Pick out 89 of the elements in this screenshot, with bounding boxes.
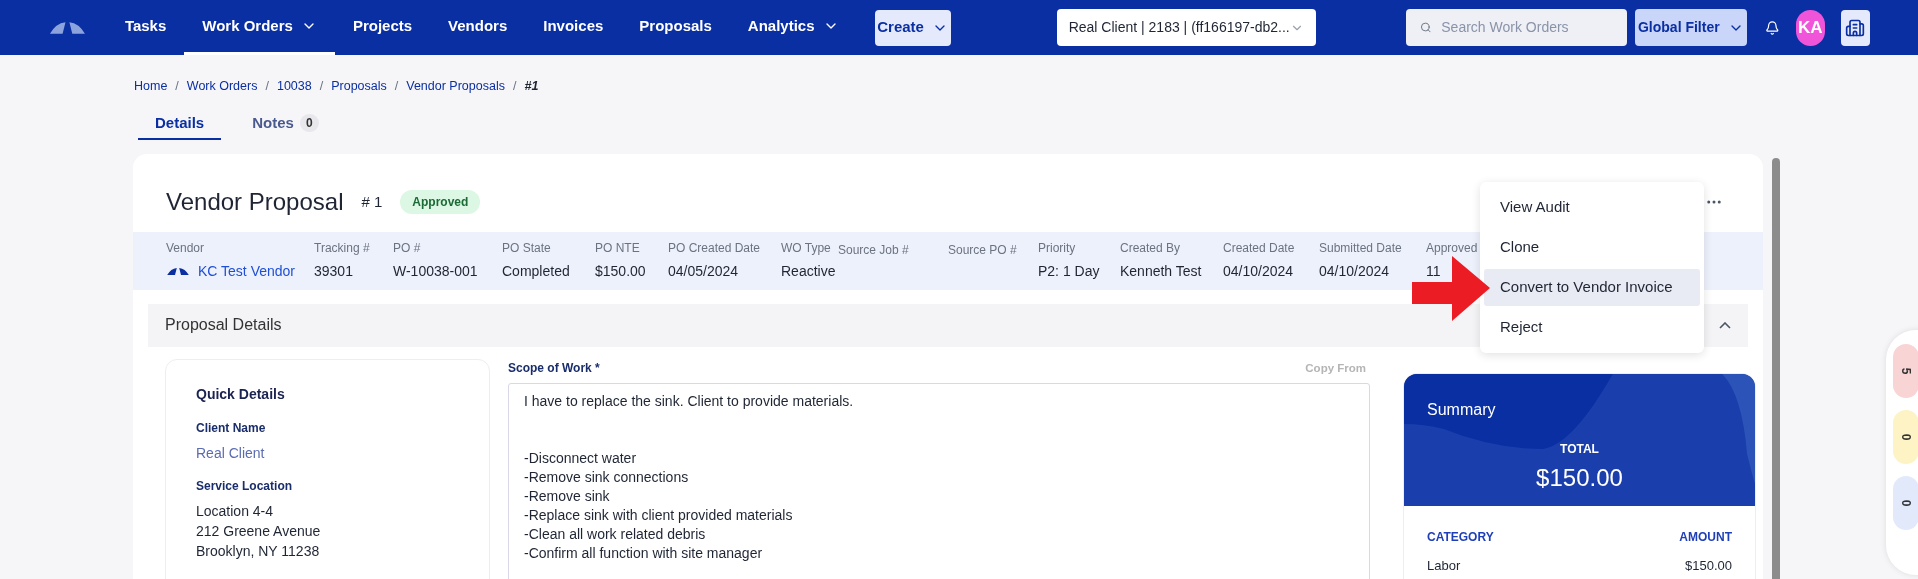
table-cell-text: Labor [1427, 556, 1461, 575]
counter-value: 5 [1898, 367, 1914, 375]
client-link[interactable]: Real Client [196, 442, 489, 463]
breadcrumb-link[interactable]: 10038 [276, 77, 312, 96]
nav-tab[interactable]: Analytics [729, 0, 857, 55]
section-title: Proposal Details [165, 315, 282, 336]
detail-value: Brooklyn, NY 11238 [196, 541, 321, 561]
field-label: WO Type [781, 240, 832, 258]
tab[interactable]: Notes 0 [235, 107, 336, 140]
field-label: PO Created Date [668, 240, 762, 258]
field-label: Vendor [166, 240, 206, 258]
status-badge: Approved [400, 189, 481, 214]
breadcrumb-separator: / [394, 78, 399, 95]
client-select-value: Real Client | 2183 | (ff166197-db2... [1068, 18, 1290, 37]
tab[interactable]: Details [138, 107, 222, 140]
menu-item[interactable]: View Audit [1484, 189, 1700, 226]
create-button[interactable]: Create [874, 9, 951, 46]
building-button[interactable] [1840, 9, 1870, 46]
field-value: Completed [502, 262, 571, 282]
nav-tab[interactable]: Work Orders [184, 0, 335, 55]
field-value: Kenneth Test [1120, 262, 1203, 282]
counter-value: 0 [1898, 433, 1914, 441]
breadcrumb-link[interactable]: Work Orders [186, 77, 258, 96]
search-bar[interactable]: Search Work Orders [1405, 9, 1627, 46]
field-value: $150.00 [595, 262, 647, 282]
nav-tab[interactable]: Vendors [430, 0, 526, 55]
menu-item[interactable]: Clone [1484, 229, 1700, 266]
field-label: Submitted Date [1319, 240, 1403, 258]
notification-bell-icon[interactable] [1765, 18, 1780, 37]
field-value: Reactive [781, 262, 837, 282]
total-amount: $150.00 [1536, 462, 1623, 493]
counter-value: 0 [1898, 499, 1914, 507]
field-label: Created By [1120, 240, 1182, 258]
table-cell-text: $150.00 [1685, 556, 1732, 575]
field-label: Tracking # [314, 240, 371, 258]
summary-title: Summary [1426, 399, 1497, 420]
detail-label: Client Name [196, 419, 267, 437]
field-value: P2: 1 Day [1038, 262, 1101, 282]
breadcrumb-separator: / [265, 78, 269, 95]
search-field[interactable]: Search Work Orders [1441, 17, 1613, 38]
client-select[interactable]: Real Client | 2183 | (ff166197-db2... [1056, 9, 1316, 46]
nav-tab[interactable]: Proposals [621, 0, 730, 55]
breadcrumb-current[interactable]: #1 [524, 77, 539, 96]
field-value: 39301 [314, 262, 354, 282]
count-badge: 0 [299, 113, 319, 132]
nav-tab[interactable]: Projects [334, 0, 431, 55]
column-header: CATEGORY [1427, 528, 1494, 546]
counter-badge[interactable]: 0 [1893, 410, 1918, 464]
breadcrumb-link[interactable]: Vendor Proposals [406, 77, 505, 96]
scope-field[interactable]: I have to replace the sink. Client to provide materials. -Disconnect water -Remove sink connections -Remove sink -Replace sink with client provided materials -Clean all work related debris -Confirm all function with site manager [508, 382, 1370, 579]
breadcrumb-separator: / [319, 78, 324, 95]
logo-icon [48, 20, 87, 35]
breadcrumb-separator: / [512, 78, 517, 95]
breadcrumb-separator: / [175, 78, 179, 95]
breadcrumb-link[interactable]: Home [134, 77, 168, 96]
menu-item[interactable]: Convert to Vendor Invoice [1484, 269, 1700, 306]
scrollbar[interactable] [1772, 158, 1780, 579]
logo-icon [166, 267, 190, 277]
detail-label: Service Location [196, 477, 294, 495]
nav-tab[interactable]: Tasks [106, 0, 185, 55]
nav-tab[interactable]: Invoices [525, 0, 622, 55]
field-label: PO State [502, 240, 552, 258]
total-label: TOTAL [1560, 440, 1599, 458]
field-value: 04/05/2024 [668, 262, 740, 282]
field-label: Created Date [1223, 240, 1296, 258]
field-value: 04/10/2024 [1319, 262, 1391, 282]
search-icon [1419, 21, 1432, 34]
page-title: Vendor Proposal [166, 186, 344, 217]
counter-badge[interactable]: 5 [1893, 344, 1918, 398]
field-label: PO # [393, 240, 422, 258]
field-label: PO NTE [595, 240, 641, 258]
global-filter-button[interactable]: Global Filter [1634, 9, 1748, 46]
breadcrumb-link[interactable]: Proposals [331, 77, 387, 96]
field-value: W-10038-001 [393, 262, 479, 282]
quick-details-title: Quick Details [196, 384, 286, 404]
counter-badge[interactable]: 0 [1893, 476, 1918, 530]
building-icon [1845, 17, 1866, 38]
field-value: 04/10/2024 [1223, 262, 1295, 282]
detail-value: Location 4-4 [196, 501, 275, 521]
column-header: AMOUNT [1679, 528, 1732, 546]
menu-item[interactable]: Reject [1484, 309, 1700, 346]
field-label: Source PO # [948, 242, 1018, 260]
field-label: Source Job # [838, 242, 910, 260]
detail-value: 212 Greene Avenue [196, 521, 322, 541]
field-label: Priority [1038, 240, 1077, 258]
proposal-number: # 1 [361, 191, 383, 212]
field-value: 11 [1426, 262, 1442, 282]
scope-label: Scope of Work * [508, 359, 600, 377]
vendor-link[interactable]: KC Test Vendor [166, 261, 314, 283]
